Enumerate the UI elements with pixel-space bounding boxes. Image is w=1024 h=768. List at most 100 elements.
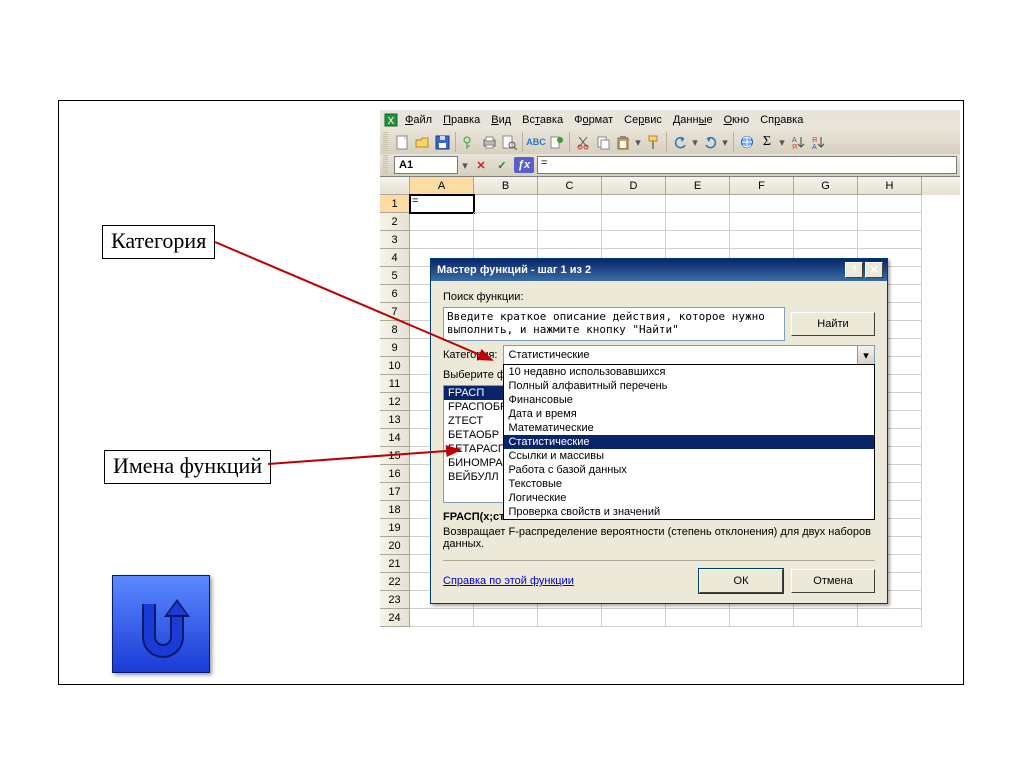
- row-header[interactable]: 1: [380, 195, 410, 213]
- category-option[interactable]: Логические: [504, 491, 874, 505]
- spelling-icon[interactable]: ABC: [527, 133, 545, 151]
- name-box[interactable]: A1: [394, 156, 458, 174]
- category-option[interactable]: Текстовые: [504, 477, 874, 491]
- research-icon[interactable]: [547, 133, 565, 151]
- row-header[interactable]: 3: [380, 231, 410, 249]
- row-header[interactable]: 9: [380, 339, 410, 357]
- row-header[interactable]: 20: [380, 537, 410, 555]
- menu-view[interactable]: Вид: [487, 114, 515, 126]
- row-header[interactable]: 22: [380, 573, 410, 591]
- column-header[interactable]: H: [858, 177, 922, 195]
- autosum-icon[interactable]: Σ: [758, 133, 776, 151]
- cell[interactable]: [666, 231, 730, 249]
- cell[interactable]: [410, 231, 474, 249]
- column-header[interactable]: E: [666, 177, 730, 195]
- cell[interactable]: [730, 213, 794, 231]
- paste-dropdown-icon[interactable]: ▾: [634, 134, 642, 150]
- cell[interactable]: [858, 231, 922, 249]
- cancel-button[interactable]: Отмена: [791, 569, 875, 593]
- undo-dropdown-icon[interactable]: ▾: [691, 134, 699, 150]
- back-button[interactable]: [112, 575, 210, 673]
- cell[interactable]: [730, 231, 794, 249]
- cell[interactable]: [474, 213, 538, 231]
- cell[interactable]: [602, 609, 666, 627]
- row-header[interactable]: 11: [380, 375, 410, 393]
- column-header[interactable]: C: [538, 177, 602, 195]
- category-option[interactable]: Полный алфавитный перечень: [504, 379, 874, 393]
- open-icon[interactable]: [413, 133, 431, 151]
- sort-asc-icon[interactable]: АЯ: [788, 133, 806, 151]
- category-option[interactable]: Статистические: [504, 435, 874, 449]
- row-header[interactable]: 16: [380, 465, 410, 483]
- column-header[interactable]: F: [730, 177, 794, 195]
- copy-icon[interactable]: [594, 133, 612, 151]
- cell[interactable]: [474, 609, 538, 627]
- menu-data[interactable]: Данные: [669, 114, 717, 126]
- row-header[interactable]: 18: [380, 501, 410, 519]
- cell[interactable]: [666, 213, 730, 231]
- row-header[interactable]: 19: [380, 519, 410, 537]
- menu-window[interactable]: Окно: [720, 114, 754, 126]
- cell[interactable]: [730, 609, 794, 627]
- row-header[interactable]: 23: [380, 591, 410, 609]
- row-header[interactable]: 13: [380, 411, 410, 429]
- insert-function-icon[interactable]: ƒx: [514, 157, 534, 173]
- cell[interactable]: [602, 231, 666, 249]
- row-header[interactable]: 24: [380, 609, 410, 627]
- paste-icon[interactable]: [614, 133, 632, 151]
- formula-cancel-button[interactable]: ✕: [472, 156, 490, 174]
- category-option[interactable]: Финансовые: [504, 393, 874, 407]
- formula-bar-grip[interactable]: [383, 155, 388, 175]
- search-input[interactable]: [443, 307, 785, 341]
- row-header[interactable]: 12: [380, 393, 410, 411]
- dialog-close-button[interactable]: ✕: [865, 262, 883, 278]
- category-option[interactable]: Дата и время: [504, 407, 874, 421]
- cell[interactable]: [730, 195, 794, 213]
- row-header[interactable]: 21: [380, 555, 410, 573]
- cell[interactable]: [794, 609, 858, 627]
- category-select-arrow-icon[interactable]: ▾: [857, 346, 874, 364]
- row-header[interactable]: 14: [380, 429, 410, 447]
- format-painter-icon[interactable]: [644, 133, 662, 151]
- category-option[interactable]: Математические: [504, 421, 874, 435]
- name-box-dropdown-icon[interactable]: ▾: [461, 157, 469, 173]
- menu-format[interactable]: Формат: [570, 114, 617, 126]
- cell[interactable]: [858, 609, 922, 627]
- cell[interactable]: [602, 213, 666, 231]
- row-header[interactable]: 4: [380, 249, 410, 267]
- cell[interactable]: [858, 213, 922, 231]
- menu-tools[interactable]: Сервис: [620, 114, 666, 126]
- category-option[interactable]: Проверка свойств и значений: [504, 505, 874, 519]
- menu-help[interactable]: Справка: [756, 114, 807, 126]
- row-header[interactable]: 6: [380, 285, 410, 303]
- cell[interactable]: [538, 195, 602, 213]
- column-header[interactable]: B: [474, 177, 538, 195]
- formula-input[interactable]: =: [537, 156, 957, 174]
- sort-desc-icon[interactable]: ЯА: [808, 133, 826, 151]
- cell[interactable]: [474, 195, 538, 213]
- row-header[interactable]: 8: [380, 321, 410, 339]
- redo-dropdown-icon[interactable]: ▾: [721, 134, 729, 150]
- dialog-titlebar[interactable]: Мастер функций - шаг 1 из 2 ? ✕: [431, 259, 887, 281]
- cell[interactable]: [538, 609, 602, 627]
- cell[interactable]: [666, 195, 730, 213]
- category-option[interactable]: Ссылки и массивы: [504, 449, 874, 463]
- find-button[interactable]: Найти: [791, 312, 875, 336]
- dialog-help-button[interactable]: ?: [845, 262, 863, 278]
- cut-icon[interactable]: [574, 133, 592, 151]
- category-option[interactable]: 10 недавно использовавшихся: [504, 365, 874, 379]
- column-header[interactable]: A: [410, 177, 474, 195]
- toolbar-grip[interactable]: [383, 132, 388, 152]
- cell[interactable]: [794, 231, 858, 249]
- column-header[interactable]: G: [794, 177, 858, 195]
- cell[interactable]: [794, 195, 858, 213]
- new-icon[interactable]: [393, 133, 411, 151]
- undo-icon[interactable]: [671, 133, 689, 151]
- category-select[interactable]: Статистические: [503, 345, 875, 365]
- row-header[interactable]: 10: [380, 357, 410, 375]
- autosum-dropdown-icon[interactable]: ▾: [778, 134, 786, 150]
- print-preview-icon[interactable]: [500, 133, 518, 151]
- select-all-corner[interactable]: [380, 177, 410, 195]
- redo-icon[interactable]: [701, 133, 719, 151]
- save-icon[interactable]: [433, 133, 451, 151]
